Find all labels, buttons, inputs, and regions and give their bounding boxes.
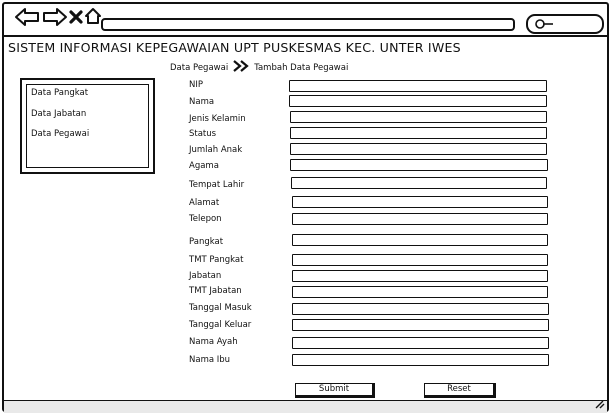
status-bar xyxy=(4,400,607,413)
alamat-label: Alamat xyxy=(189,198,220,208)
jabatan-input[interactable] xyxy=(292,270,548,282)
tmt-jabatan-input[interactable] xyxy=(292,286,548,298)
tanggal-masuk-input[interactable] xyxy=(292,303,549,315)
agama-label: Agama xyxy=(189,161,219,171)
status-input[interactable] xyxy=(290,127,547,139)
search-box[interactable] xyxy=(526,14,604,34)
status-label: Status xyxy=(189,129,217,139)
nama-ayah-input[interactable] xyxy=(292,337,549,349)
toolbar-divider xyxy=(4,35,607,37)
nip-input[interactable] xyxy=(289,80,547,92)
tanggal-masuk-label: Tanggal Masuk xyxy=(189,303,252,313)
telepon-label: Telepon xyxy=(189,214,222,224)
nama-input[interactable] xyxy=(289,95,547,107)
reset-button[interactable]: Reset xyxy=(424,383,496,398)
jenis-kelamin-label: Jenis Kelamin xyxy=(189,114,246,124)
tmt-pangkat-input[interactable] xyxy=(292,254,548,266)
breadcrumb-parent[interactable]: Data Pegawai xyxy=(170,63,228,73)
nama-label: Nama xyxy=(189,97,215,107)
sidebar-item-data-pangkat[interactable]: Data Pangkat xyxy=(31,88,88,98)
nama-ibu-label: Nama Ibu xyxy=(189,355,231,365)
address-bar[interactable] xyxy=(101,18,515,31)
page-title: SISTEM INFORMASI KEPEGAWAIAN UPT PUSKESM… xyxy=(8,40,461,55)
double-chevron-right-icon xyxy=(232,60,250,75)
tempat-lahir-input[interactable] xyxy=(291,177,547,189)
jenis-kelamin-input[interactable] xyxy=(290,111,547,123)
search-icon xyxy=(535,19,553,29)
nama-ibu-input[interactable] xyxy=(292,354,549,366)
tanggal-keluar-label: Tanggal Keluar xyxy=(189,320,252,330)
jabatan-label: Jabatan xyxy=(189,271,222,281)
nip-label: NIP xyxy=(189,80,203,90)
close-icon[interactable] xyxy=(68,9,84,29)
pangkat-input[interactable] xyxy=(292,234,548,246)
tanggal-keluar-input[interactable] xyxy=(292,319,549,331)
nama-ayah-label: Nama Ayah xyxy=(189,337,238,347)
forward-arrow-icon[interactable] xyxy=(42,7,68,31)
breadcrumb-current: Tambah Data Pegawai xyxy=(254,62,349,73)
agama-input[interactable] xyxy=(290,159,548,171)
pangkat-label: Pangkat xyxy=(189,237,224,247)
tmt-jabatan-label: TMT Jabatan xyxy=(189,286,242,296)
sidebar-item-data-jabatan[interactable]: Data Jabatan xyxy=(31,109,86,119)
alamat-input[interactable] xyxy=(292,196,548,208)
breadcrumb: Data Pegawai Tambah Data Pegawai xyxy=(170,60,348,75)
telepon-input[interactable] xyxy=(292,213,548,225)
tempat-lahir-label: Tempat Lahir xyxy=(189,180,245,190)
submit-button[interactable]: Submit xyxy=(295,383,375,398)
jumlah-anak-label: Jumlah Anak xyxy=(189,145,243,155)
resize-grip-icon[interactable] xyxy=(593,394,605,413)
sidebar-item-data-pegawai[interactable]: Data Pegawai xyxy=(31,129,89,139)
back-arrow-icon[interactable] xyxy=(14,7,40,31)
browser-toolbar xyxy=(4,4,607,34)
jumlah-anak-input[interactable] xyxy=(290,143,547,155)
tmt-pangkat-label: TMT Pangkat xyxy=(189,255,244,265)
home-icon[interactable] xyxy=(84,7,102,29)
